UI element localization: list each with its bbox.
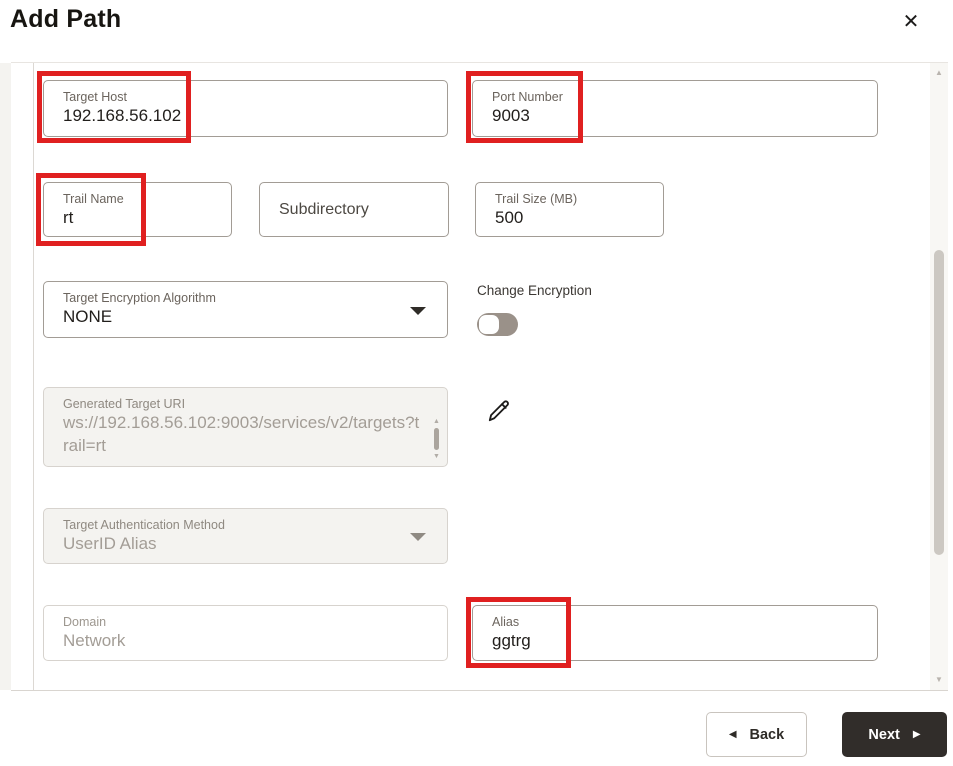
uri-scroll-up-icon[interactable]: ▲ xyxy=(431,417,442,426)
domain-value: Network xyxy=(63,631,126,651)
edit-uri-pencil-icon[interactable] xyxy=(486,398,512,424)
trail-size-value: 500 xyxy=(495,208,524,228)
trail-name-field[interactable]: Trail Name rt xyxy=(43,182,232,237)
scroll-down-icon[interactable]: ▼ xyxy=(930,675,948,685)
alias-value: ggtrg xyxy=(492,631,531,651)
change-encryption-label: Change Encryption xyxy=(477,283,592,298)
subdirectory-label: Subdirectory xyxy=(279,200,369,218)
target-authentication-method-dropdown: Target Authentication Method UserID Alia… xyxy=(43,508,448,564)
port-number-value: 9003 xyxy=(492,106,530,126)
content-top-divider xyxy=(11,62,948,63)
target-host-value: 192.168.56.102 xyxy=(63,106,182,126)
alias-field[interactable]: Alias ggtrg xyxy=(472,605,878,661)
scroll-up-icon[interactable]: ▲ xyxy=(930,68,948,78)
domain-label: Domain xyxy=(63,615,107,629)
close-icon[interactable]: ✕ xyxy=(895,5,927,37)
target-host-field[interactable]: Target Host 192.168.56.102 xyxy=(43,80,448,137)
content-left-border xyxy=(33,63,34,690)
left-gutter xyxy=(0,63,11,690)
next-arrow-icon: ▶ xyxy=(912,728,921,740)
target-encryption-algorithm-label: Target Encryption Algorithm xyxy=(63,291,216,305)
back-button[interactable]: ◀ Back xyxy=(706,712,807,757)
back-button-label: Back xyxy=(749,726,785,743)
uri-scroll-down-icon[interactable]: ▼ xyxy=(431,452,442,461)
target-encryption-algorithm-value: NONE xyxy=(63,307,113,327)
port-number-label: Port Number xyxy=(492,90,563,104)
content-bottom-divider xyxy=(11,690,948,691)
alias-label: Alias xyxy=(492,615,520,629)
generated-target-uri-field: Generated Target URI ws://192.168.56.102… xyxy=(43,387,448,467)
trail-size-field[interactable]: Trail Size (MB) 500 xyxy=(475,182,664,237)
uri-inner-scrollbar[interactable]: ▲ ▼ xyxy=(431,417,442,463)
domain-field: Domain Network xyxy=(43,605,448,661)
scrollbar-thumb[interactable] xyxy=(934,250,944,555)
scrollbar-track[interactable]: ▲ ▼ xyxy=(930,63,948,690)
add-path-dialog: Add Path ✕ ▲ ▼ Target Host 192.168.56.10… xyxy=(0,0,953,766)
page-title: Add Path xyxy=(10,5,122,33)
subdirectory-field[interactable]: Subdirectory xyxy=(259,182,449,237)
generated-target-uri-value: ws://192.168.56.102:9003/services/v2/tar… xyxy=(63,413,420,456)
chevron-down-icon xyxy=(410,533,426,541)
port-number-field[interactable]: Port Number 9003 xyxy=(472,80,878,137)
target-authentication-method-label: Target Authentication Method xyxy=(63,518,225,532)
target-encryption-algorithm-dropdown[interactable]: Target Encryption Algorithm NONE xyxy=(43,281,448,338)
trail-size-label: Trail Size (MB) xyxy=(495,192,578,206)
uri-scrollbar-thumb[interactable] xyxy=(434,428,439,450)
target-host-label: Target Host xyxy=(63,90,127,104)
trail-name-label: Trail Name xyxy=(63,192,124,206)
chevron-down-icon[interactable] xyxy=(410,306,426,315)
trail-name-value: rt xyxy=(63,208,74,228)
next-button-label: Next xyxy=(868,726,900,743)
next-button[interactable]: Next ▶ xyxy=(842,712,947,757)
back-arrow-icon: ◀ xyxy=(728,728,737,740)
toggle-knob xyxy=(479,315,499,334)
change-encryption-toggle[interactable] xyxy=(477,313,518,336)
generated-target-uri-label: Generated Target URI xyxy=(63,397,186,411)
target-authentication-method-value: UserID Alias xyxy=(63,534,157,554)
